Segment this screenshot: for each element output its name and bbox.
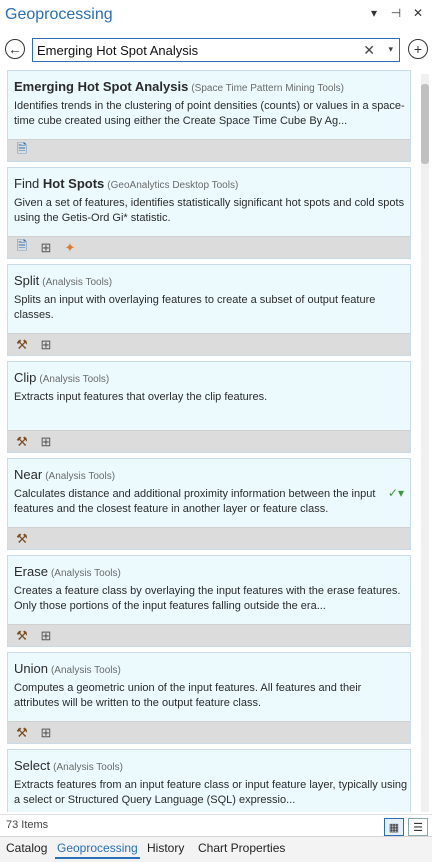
toolbox-name: (Analysis Tools) [39,374,110,385]
grid-icon: ▦ [388,821,400,834]
pane-title: Geoprocessing [5,6,113,23]
result-card[interactable]: Emerging Hot Spot Analysis (Space Time Pa… [7,70,411,162]
toolbox-name: (Analysis Tools) [53,762,123,773]
checkmark-dropdown-icon[interactable]: ✓▾ [388,486,404,500]
result-title: Clip (Analysis Tools) [14,370,109,385]
result-title: Emerging Hot Spot Analysis (Space Time Pa… [14,79,344,94]
scrollbar-thumb[interactable] [421,84,429,164]
hammer-icon: ⚒ [16,337,28,352]
tool-description: Creates a feature class by overlaying th… [14,585,401,612]
tool-name: Clip [14,370,37,385]
toolbox-name: (Analysis Tools) [50,568,121,579]
toolbox-name: (Analysis Tools) [45,471,116,482]
tool-name: Union [14,661,48,676]
hammer-icon: ⚒ [16,434,28,449]
result-actions: ⚒ [8,527,410,549]
search-row: ← ✕ ▾ + [0,36,432,64]
script-icon: 🗎 [16,141,28,156]
pane-pin-icon[interactable]: ⊣ [390,6,402,20]
result-actions: ⚒ ⊞ [8,333,410,355]
tool-description: Computes a geometric union of the input … [14,682,362,709]
result-title: Erase (Analysis Tools) [14,564,121,579]
tool-name: Emerging Hot Spot Analysis [14,79,189,94]
model-icon: ⊞ [40,628,52,643]
tool-name: Hot Spots [42,176,105,191]
result-card[interactable]: Find Hot Spots (GeoAnalytics Desktop Tool… [7,167,411,259]
result-actions: 🗎 ⊞ ✦ [8,236,410,258]
result-title: Split (Analysis Tools) [14,273,112,288]
tool-description: Given a set of features, identifies stat… [14,197,405,224]
result-card[interactable]: Clip (Analysis Tools) Extracts input feat… [7,361,411,453]
tab-history[interactable]: History [145,841,186,855]
result-card[interactable]: Near (Analysis Tools) ✓▾ Calculates dista… [7,458,411,550]
tool-name-prefix: Find [14,176,43,191]
toolbox-name: (Space Time Pattern Mining Tools) [191,83,344,94]
plus-icon: + [413,41,423,57]
bottom-tabs: Catalog Geoprocessing History Chart Prop… [0,836,432,862]
result-title: Near (Analysis Tools) [14,467,115,482]
result-actions: ⚒ ⊞ [8,624,410,646]
search-box[interactable]: ✕ ▾ [32,38,400,62]
list-view-button[interactable]: ☰ [408,818,428,836]
status-bar: 73 Items ▦ ☰ [0,814,432,836]
result-card[interactable]: Select (Analysis Tools) Extracts features… [7,749,411,812]
spark-icon: ✦ [64,240,76,255]
search-dropdown-icon[interactable]: ▾ [388,44,393,55]
back-button[interactable]: ← [5,39,25,59]
model-icon: ⊞ [40,337,52,352]
results-list: Emerging Hot Spot Analysis (Space Time Pa… [0,70,420,812]
result-card[interactable]: Erase (Analysis Tools) Creates a feature … [7,555,411,647]
hammer-icon: ⚒ [16,531,28,546]
result-actions: ⚒ ⊞ [8,430,410,452]
tab-chart-properties[interactable]: Chart Properties [196,841,287,855]
model-icon: ⊞ [40,240,52,255]
hammer-icon: ⚒ [16,725,28,740]
clear-search-icon[interactable]: ✕ [363,42,375,59]
result-title: Union (Analysis Tools) [14,661,121,676]
tool-description: Extracts features from an input feature … [14,779,408,806]
tab-catalog[interactable]: Catalog [4,841,49,855]
toolbox-name: (Analysis Tools) [42,277,113,288]
tile-view-button[interactable]: ▦ [384,818,404,836]
list-icon: ☰ [413,821,423,834]
result-actions: ⚒ ⊞ [8,721,410,743]
result-card[interactable]: Split (Analysis Tools) Splits an input wi… [7,264,411,356]
toolbox-name: (GeoAnalytics Desktop Tools) [107,180,239,191]
search-input[interactable] [37,42,357,58]
tool-name: Near [14,467,43,482]
tool-description: Extracts input features that overlay the… [14,391,268,403]
arrow-left-icon: ← [8,41,22,57]
tool-description: Calculates distance and additional proxi… [14,488,376,515]
result-title: Select (Analysis Tools) [14,758,123,773]
pane-close-icon[interactable]: ✕ [412,6,424,20]
results-scrollbar[interactable] [421,74,429,812]
pane-controls: ▾ ⊣ ✕ [368,6,424,20]
tool-name: Split [14,273,40,288]
tool-name: Select [14,758,51,773]
item-count: 73 Items [6,819,49,831]
model-icon: ⊞ [40,725,52,740]
add-toolbox-button[interactable]: + [408,39,428,59]
pane-titlebar: Geoprocessing ▾ ⊣ ✕ [0,0,432,32]
pane-options-dropdown-icon[interactable]: ▾ [368,6,380,20]
tool-description: Identifies trends in the clustering of p… [14,100,405,127]
result-card[interactable]: Union (Analysis Tools) Computes a geometr… [7,652,411,744]
tool-description: Splits an input with overlaying features… [14,294,376,321]
toolbox-name: (Analysis Tools) [50,665,121,676]
result-title: Find Hot Spots (GeoAnalytics Desktop Tool… [14,176,238,191]
result-actions: 🗎 [8,139,410,161]
model-icon: ⊞ [40,434,52,449]
script-icon: 🗎 [16,238,28,253]
hammer-icon: ⚒ [16,628,28,643]
tool-name: Erase [14,564,48,579]
tab-geoprocessing[interactable]: Geoprocessing [55,841,140,859]
